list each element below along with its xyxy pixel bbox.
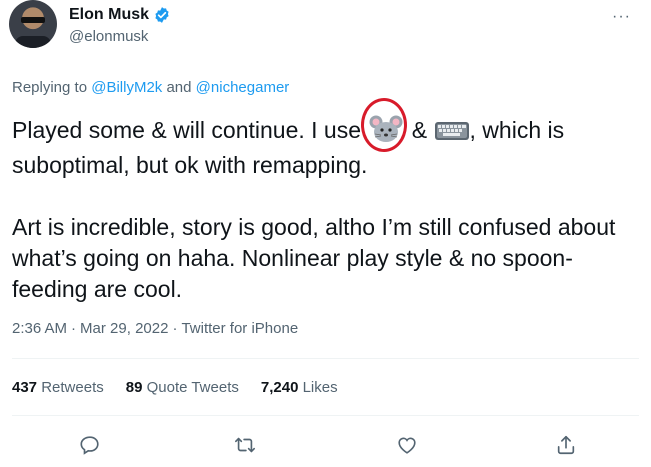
- retweets-label: Retweets: [41, 379, 104, 396]
- meta-separator: ·: [71, 320, 77, 337]
- mouse-face-emoji-icon: [361, 98, 408, 152]
- author-name-row: Elon Musk: [69, 6, 171, 24]
- reply-prefix: Replying to: [12, 79, 88, 96]
- share-icon[interactable]: [546, 425, 586, 465]
- retweets-count: 437: [12, 379, 38, 396]
- tweet-source-link[interactable]: Twitter for iPhone: [181, 320, 298, 337]
- reply-joiner: and: [166, 79, 192, 96]
- tweet-date: Mar 29, 2022: [80, 320, 169, 337]
- tweet-paragraph-2: Art is incredible, story is good, altho …: [12, 214, 616, 302]
- keyboard-emoji-icon: [434, 119, 470, 150]
- meta-separator: ·: [172, 320, 178, 337]
- retweet-icon[interactable]: [225, 425, 265, 465]
- avatar-suit: [15, 36, 51, 48]
- reply-icon[interactable]: [70, 425, 110, 465]
- reply-user-link[interactable]: @nichegamer: [196, 79, 290, 96]
- tweet-time-link[interactable]: 2:36 AM · Mar 29, 2022: [12, 320, 168, 337]
- tweet-text: Played some & will continue. I use & , w…: [12, 98, 642, 336]
- tweet-stats: 437 Retweets 89 Quote Tweets 7,240 Likes: [12, 379, 338, 396]
- like-icon[interactable]: [387, 425, 427, 465]
- likes-count: 7,240: [260, 379, 299, 396]
- likes-label: Likes: [302, 379, 338, 396]
- retweets-stat[interactable]: 437 Retweets: [12, 379, 104, 396]
- author-name[interactable]: Elon Musk: [69, 6, 149, 24]
- tweet-actions: [0, 425, 651, 465]
- author-handle[interactable]: @elonmusk: [69, 28, 148, 45]
- tweet-text-part: &: [411, 117, 428, 143]
- tweet-paragraph-1: Played some & will continue. I use & , w…: [12, 98, 642, 181]
- tweet-metadata: 2:36 AM · Mar 29, 2022 · Twitter for iPhone: [12, 320, 298, 337]
- more-options-icon[interactable]: ···: [612, 8, 631, 26]
- quote-tweets-label: Quote Tweets: [146, 379, 239, 396]
- tweet-time: 2:36 AM: [12, 320, 68, 337]
- quote-tweets-stat[interactable]: 89 Quote Tweets: [126, 379, 239, 396]
- divider: [12, 358, 639, 359]
- tweet-text-part: Played some & will continue. I use: [12, 117, 362, 143]
- reply-user-link[interactable]: @BillyM2k: [91, 79, 162, 96]
- avatar-glasses: [21, 17, 45, 23]
- verified-badge-icon: [155, 7, 169, 23]
- divider: [12, 415, 639, 416]
- avatar[interactable]: [9, 0, 57, 48]
- likes-stat[interactable]: 7,240 Likes: [261, 379, 338, 396]
- reply-context: Replying to @BillyM2k and @nichegamer: [12, 79, 289, 96]
- quote-tweets-count: 89: [125, 379, 143, 396]
